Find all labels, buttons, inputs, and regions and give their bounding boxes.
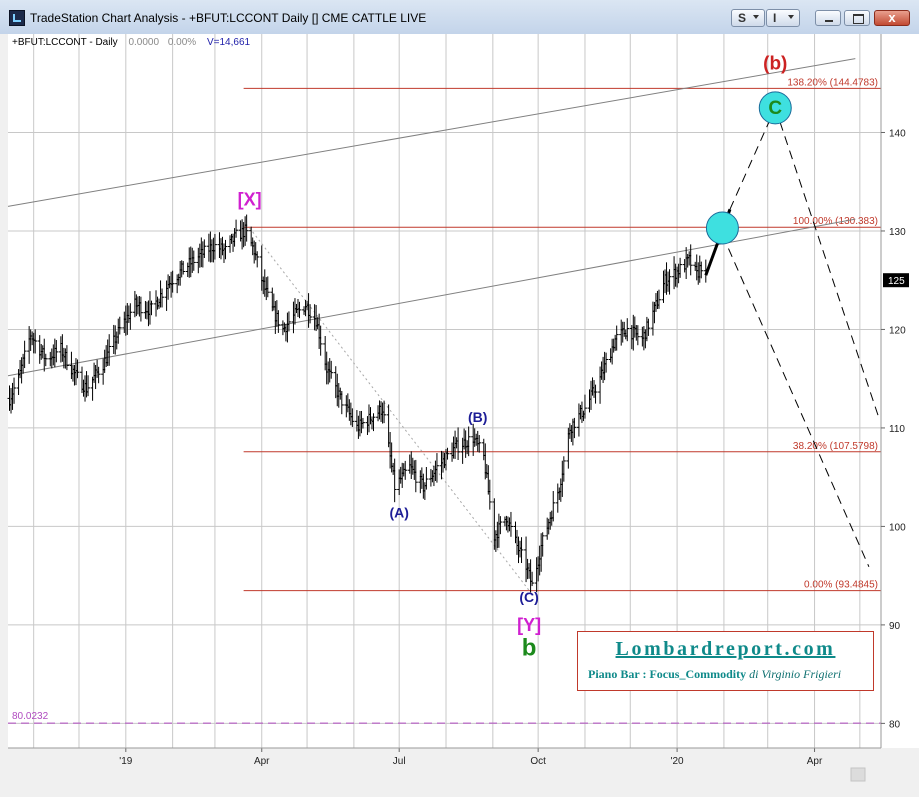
x-tick-label: Apr <box>807 756 823 767</box>
wave-label: (B) <box>468 409 487 425</box>
x-tick-label: Jul <box>393 756 406 767</box>
x-tick-label: Apr <box>254 756 270 767</box>
fib-label: 138.20% (144.4783) <box>787 77 878 88</box>
x-tick-label: Oct <box>530 756 546 767</box>
y-tick-label: 120 <box>889 325 906 336</box>
y-tick-label: 130 <box>889 227 906 238</box>
y-tick-label: 110 <box>889 424 905 435</box>
maximize-button[interactable] <box>844 10 870 26</box>
volume-value: V=14,661 <box>207 37 251 48</box>
price-axis[interactable] <box>881 34 919 748</box>
watermark-subtitle: Piano Bar : Focus_Commodity di Virginio … <box>588 667 841 682</box>
minimize-button[interactable] <box>815 10 841 26</box>
close-button[interactable]: x <box>874 10 910 26</box>
fib-label: 0.00% (93.4845) <box>804 580 878 591</box>
tradestation-app-icon <box>9 10 25 26</box>
chevron-down-icon <box>788 15 794 19</box>
y-tick-label: 90 <box>889 621 901 632</box>
title-bar: TradeStation Chart Analysis - +BFUT:LCCO… <box>0 0 919 35</box>
wave-label: [Y] <box>517 615 541 635</box>
i-dropdown-button[interactable]: I <box>766 9 800 27</box>
wave-label: (A) <box>389 505 408 521</box>
close-icon: x <box>888 10 896 25</box>
target-circle <box>705 211 739 245</box>
y-tick-label: 80 <box>889 719 901 730</box>
window-title: TradeStation Chart Analysis - +BFUT:LCCO… <box>30 11 427 25</box>
x-tick-label: '19 <box>119 756 132 767</box>
fib-label: 38.20% (107.5798) <box>793 441 878 452</box>
y-tick-label: 100 <box>889 522 906 533</box>
maximize-icon <box>853 14 864 24</box>
change-value: 0.0000 <box>128 37 159 48</box>
lombardreport-watermark: Lombardreport.com Piano Bar : Focus_Comm… <box>577 631 874 691</box>
symbol-label: +BFUT:LCCONT - Daily <box>12 37 118 48</box>
watermark-subtitle-bold: Piano Bar : Focus_Commodity <box>588 667 747 681</box>
change-pct: 0.00% <box>168 37 196 48</box>
wave-label: [X] <box>238 189 262 209</box>
wave-label: (b) <box>763 53 787 74</box>
minimize-icon <box>825 20 833 22</box>
y-tick-label: 140 <box>889 128 906 139</box>
support-label: 80.0232 <box>12 711 49 722</box>
watermark-title: Lombardreport.com <box>615 638 836 660</box>
s-dropdown-button[interactable]: S <box>731 9 765 27</box>
watermark-subtitle-author: di Virginio Frigieri <box>749 667 842 681</box>
x-tick-label: '20 <box>671 756 684 767</box>
scrollbar-thumb[interactable] <box>850 767 866 782</box>
chevron-down-icon <box>753 15 759 19</box>
wave-label: b <box>522 634 537 661</box>
wave-label: (C) <box>519 589 538 605</box>
chart-header: +BFUT:LCCONT - Daily 0.0000 0.00% V=14,6… <box>12 37 251 48</box>
last-price-label: 125 <box>888 276 905 287</box>
fib-label: 100.00% (130.383) <box>793 216 878 227</box>
wave-label: C <box>768 98 782 119</box>
